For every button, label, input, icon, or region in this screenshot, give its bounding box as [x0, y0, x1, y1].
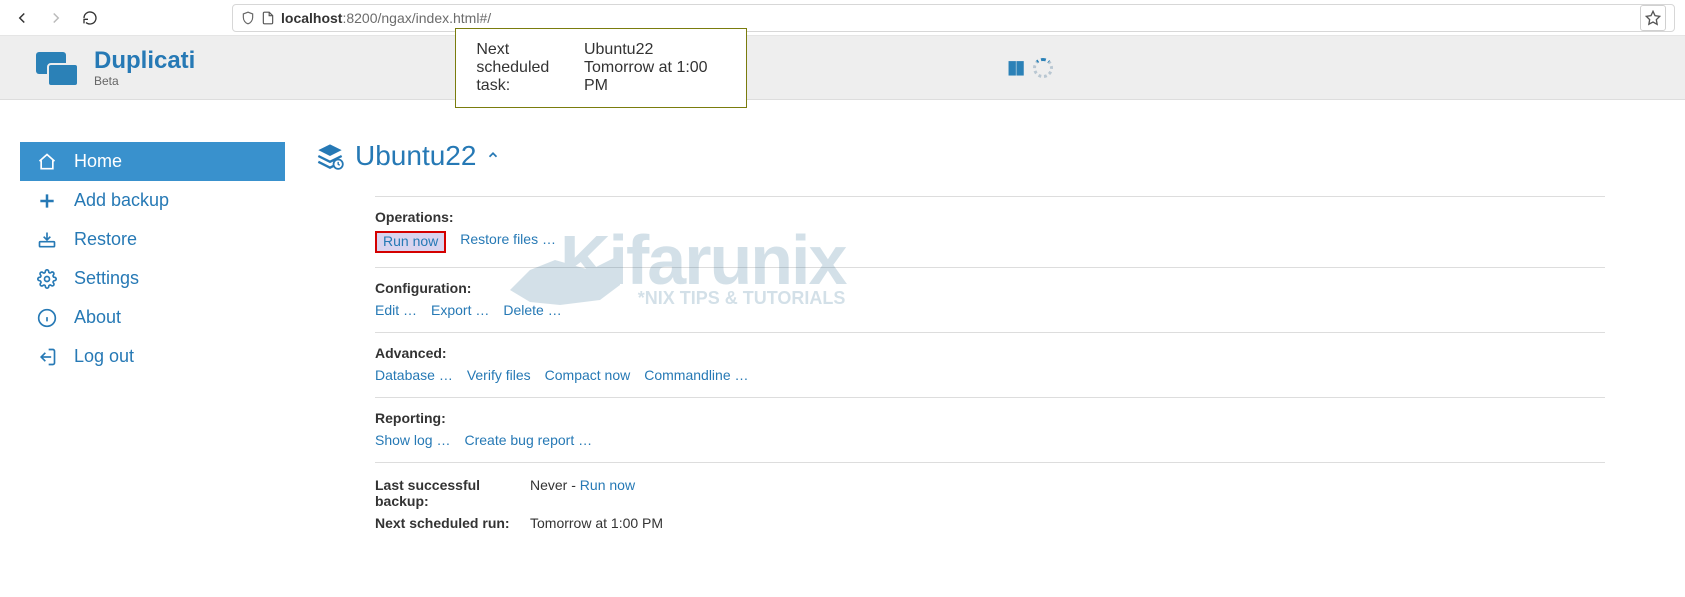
back-button[interactable] — [10, 6, 34, 30]
sidebar-item-settings[interactable]: Settings — [20, 259, 285, 298]
page-icon — [261, 11, 275, 25]
sidebar-item-about[interactable]: About — [20, 298, 285, 337]
schedule-value: Ubuntu22 Tomorrow at 1:00 PM — [584, 41, 726, 95]
chevron-up-icon[interactable] — [486, 146, 500, 167]
pause-icon[interactable]: ▮▮ — [1007, 57, 1023, 78]
main-content: Ubuntu22 Operations: Run now Restore fil… — [285, 100, 1605, 537]
next-run-row: Next scheduled run: Tomorrow at 1:00 PM — [375, 515, 1605, 531]
reporting-title: Reporting: — [375, 410, 1605, 426]
forward-button[interactable] — [44, 6, 68, 30]
delete-link[interactable]: Delete … — [503, 302, 561, 318]
sidebar-item-label: Settings — [74, 268, 139, 289]
commandline-link[interactable]: Commandline … — [644, 367, 748, 383]
sidebar-item-label: Restore — [74, 229, 137, 250]
sidebar-item-add-backup[interactable]: Add backup — [20, 181, 285, 220]
compact-now-link[interactable]: Compact now — [545, 367, 631, 383]
next-run-label: Next scheduled run: — [375, 515, 520, 531]
advanced-section: Advanced: Database … Verify files Compac… — [375, 332, 1605, 397]
home-icon — [36, 152, 58, 172]
sidebar-item-label: About — [74, 307, 121, 328]
gear-icon — [36, 269, 58, 289]
run-now-link[interactable]: Run now — [383, 233, 438, 249]
last-backup-value: Never - — [530, 477, 580, 493]
sidebar-item-label: Add backup — [74, 190, 169, 211]
schedule-label: Next scheduled task: — [476, 41, 570, 95]
bookmark-star-icon[interactable] — [1640, 5, 1666, 31]
operations-section: Operations: Run now Restore files … — [375, 196, 1605, 267]
reporting-section: Reporting: Show log … Create bug report … — [375, 397, 1605, 462]
app-header: Duplicati Beta Next scheduled task: Ubun… — [0, 36, 1685, 100]
configuration-title: Configuration: — [375, 280, 1605, 296]
advanced-title: Advanced: — [375, 345, 1605, 361]
throbber-icon — [1033, 58, 1053, 78]
url-host: localhost:8200/ngax/index.html#/ — [281, 10, 491, 26]
logout-icon — [36, 347, 58, 367]
export-link[interactable]: Export … — [431, 302, 489, 318]
info-icon — [36, 308, 58, 328]
backup-job-header[interactable]: Ubuntu22 — [315, 140, 1605, 172]
restore-files-link[interactable]: Restore files … — [460, 231, 556, 253]
restore-icon — [36, 230, 58, 250]
verify-files-link[interactable]: Verify files — [467, 367, 531, 383]
operations-title: Operations: — [375, 209, 1605, 225]
next-scheduled-task-banner: Next scheduled task: Ubuntu22 Tomorrow a… — [455, 28, 747, 108]
logo-icon — [32, 48, 82, 88]
show-log-link[interactable]: Show log … — [375, 432, 450, 448]
plus-icon — [36, 191, 58, 211]
job-name: Ubuntu22 — [355, 140, 476, 172]
last-backup-label: Last successful backup: — [375, 477, 520, 509]
sidebar-item-logout[interactable]: Log out — [20, 337, 285, 376]
brand-sub: Beta — [94, 75, 195, 87]
sidebar-item-label: Log out — [74, 346, 134, 367]
brand-title: Duplicati — [94, 49, 195, 73]
database-link[interactable]: Database … — [375, 367, 453, 383]
sidebar-item-label: Home — [74, 151, 122, 172]
shield-icon — [241, 11, 255, 25]
brand[interactable]: Duplicati Beta — [32, 48, 195, 88]
create-bug-report-link[interactable]: Create bug report … — [464, 432, 592, 448]
sidebar-item-home[interactable]: Home — [20, 142, 285, 181]
sidebar: Home Add backup Restore Settings About — [10, 100, 285, 537]
next-run-value: Tomorrow at 1:00 PM — [530, 515, 663, 531]
main-layout: Home Add backup Restore Settings About — [0, 100, 1685, 537]
stack-icon — [315, 142, 345, 170]
configuration-section: Configuration: Edit … Export … Delete … — [375, 267, 1605, 332]
last-backup-row: Last successful backup: Never - Run now — [375, 477, 1605, 509]
browser-chrome: localhost:8200/ngax/index.html#/ — [0, 0, 1685, 36]
run-now-inline-link[interactable]: Run now — [580, 477, 635, 493]
edit-link[interactable]: Edit … — [375, 302, 417, 318]
sidebar-item-restore[interactable]: Restore — [20, 220, 285, 259]
url-bar[interactable]: localhost:8200/ngax/index.html#/ — [232, 4, 1675, 32]
reload-button[interactable] — [78, 6, 102, 30]
